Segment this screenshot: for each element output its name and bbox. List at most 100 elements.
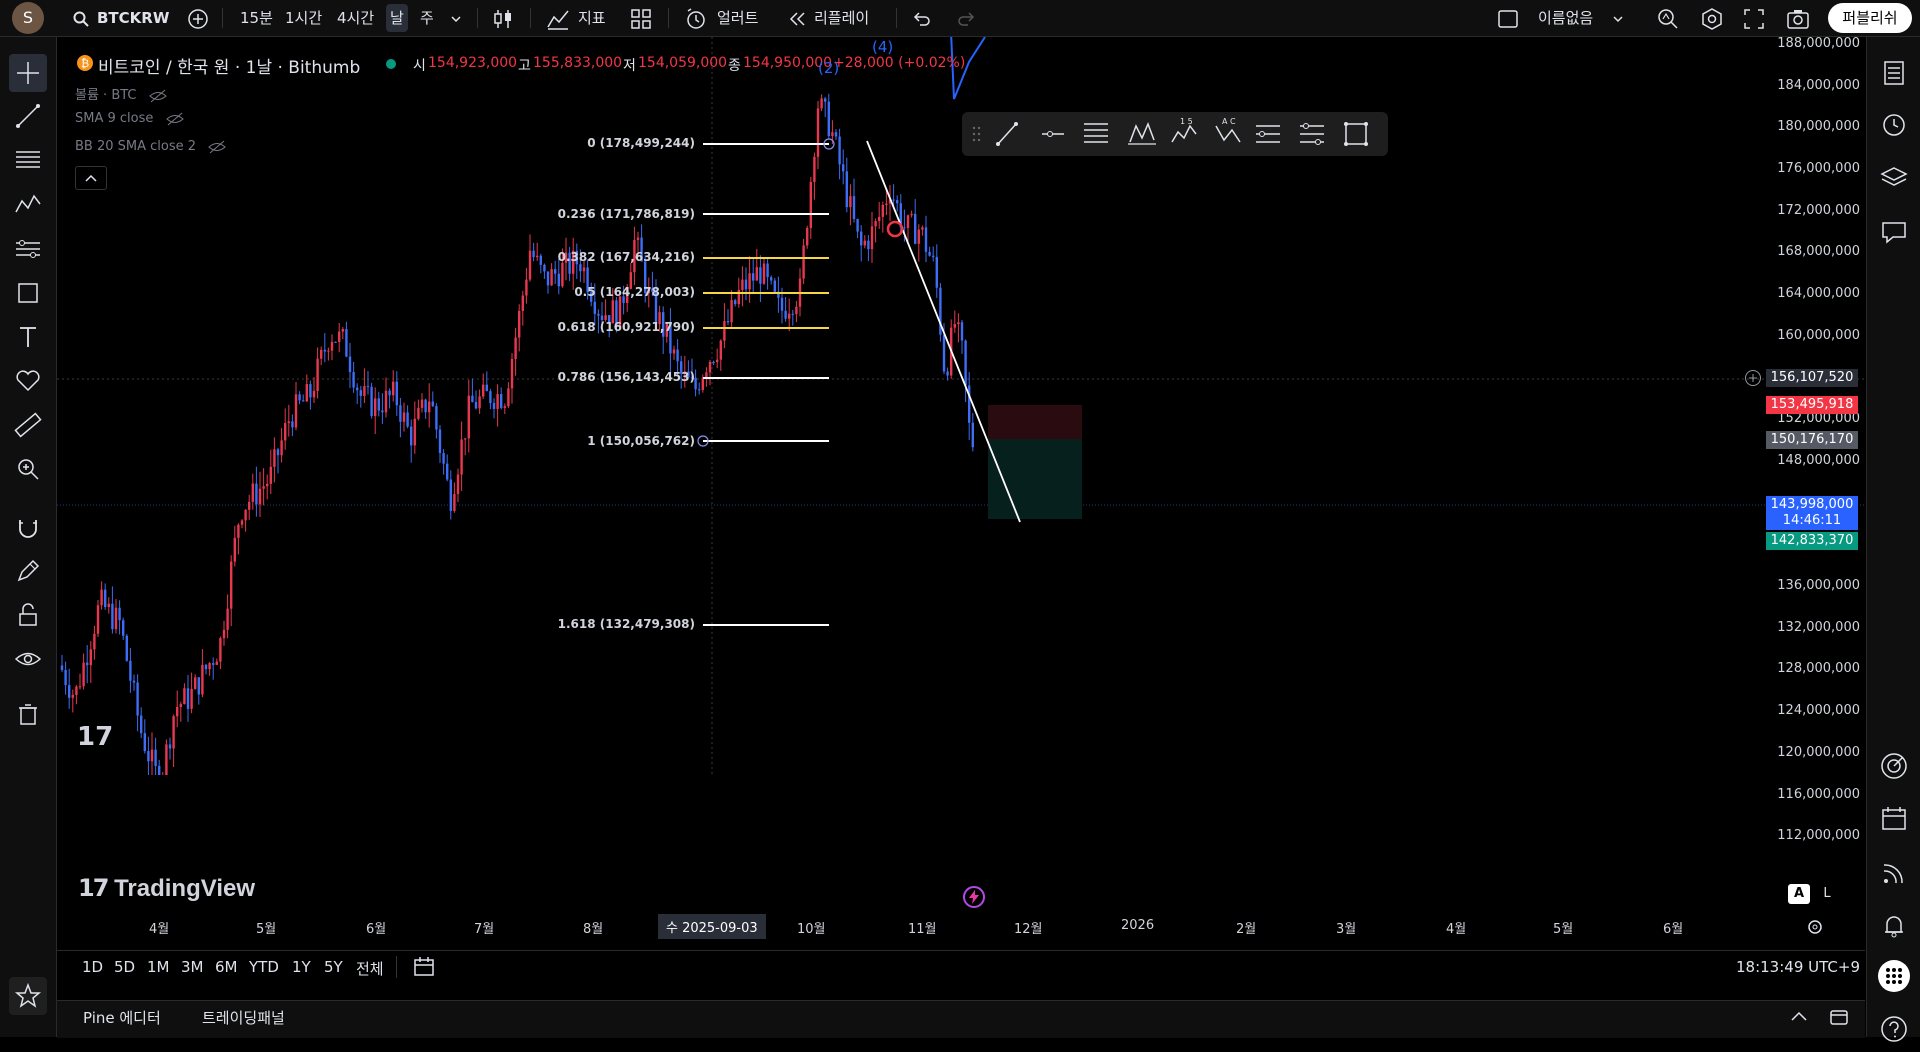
text-icon[interactable] (9, 318, 47, 356)
price-chart-canvas[interactable]: 𝟭𝟳 (57, 37, 1865, 775)
interval-dropdown-icon[interactable] (450, 0, 462, 36)
shapes-icon[interactable] (9, 274, 47, 312)
layout-dropdown-icon[interactable] (1612, 0, 1624, 36)
range-3m[interactable]: 3M (181, 958, 204, 976)
hide-drawings-eye-icon[interactable] (9, 640, 47, 678)
help-icon[interactable] (1875, 1010, 1913, 1048)
long-position-tool-icon (1256, 125, 1280, 143)
replay-button[interactable]: 리플레이 (814, 0, 869, 36)
ohlc-open-value: 154,923,000 (428, 55, 518, 71)
lock-icon[interactable] (9, 596, 47, 634)
user-avatar[interactable]: S (12, 2, 44, 34)
price-axis-label: 168,000,000 (1777, 244, 1860, 259)
range-5d[interactable]: 5D (114, 958, 135, 976)
compare-add-icon[interactable] (187, 0, 209, 36)
symbol-button[interactable]: BTCKRW (97, 0, 169, 36)
range-5y[interactable]: 5Y (324, 958, 343, 976)
candle-body (266, 483, 269, 487)
bitcoin-logo-icon: ₿ (76, 54, 96, 74)
stay-in-drawing-mode-icon[interactable] (9, 552, 47, 590)
range-1y[interactable]: 1Y (292, 958, 311, 976)
hotlists-radar-icon[interactable] (1875, 747, 1913, 785)
interval-1d[interactable]: 날 (386, 4, 408, 32)
candle-body (960, 322, 964, 341)
candles-chart-type-icon[interactable] (492, 0, 514, 36)
apps-grid-icon[interactable] (1875, 957, 1913, 995)
news-feed-icon[interactable] (1875, 853, 1913, 891)
candle-body (845, 171, 848, 208)
log-scale-button[interactable]: L (1816, 884, 1838, 904)
collapse-legend-chevron-icon[interactable] (75, 166, 107, 190)
fib-label-0236: 0.236 (171,786,819) (557, 207, 695, 221)
indicator-sma[interactable]: SMA 9 close (75, 111, 184, 126)
indicator-bb[interactable]: BB 20 SMA close 2 (75, 139, 226, 154)
take-profit-price-tag: 142,833,370 (1766, 532, 1858, 550)
candle-body (726, 321, 730, 323)
candle-body (554, 269, 557, 274)
zoom-in-icon[interactable] (9, 450, 47, 488)
interval-1h[interactable]: 1시간 (285, 0, 322, 36)
watchlist-icon[interactable] (1875, 54, 1913, 92)
maximize-panel-icon[interactable] (1828, 1006, 1850, 1028)
expand-panel-chevron-icon[interactable] (1788, 1006, 1810, 1028)
pattern-icon[interactable] (9, 185, 47, 223)
alert-clock-icon[interactable] (684, 0, 708, 36)
chat-icon[interactable] (1875, 213, 1913, 251)
hidden-eye-icon (148, 89, 167, 102)
interval-4h[interactable]: 4시간 (337, 0, 374, 36)
prediction-icon[interactable] (9, 230, 47, 268)
range-6m[interactable]: 6M (215, 958, 238, 976)
lightning-flash-icon[interactable] (962, 885, 986, 909)
favorite-heart-icon[interactable] (9, 362, 47, 400)
indicators-button[interactable]: 지표 (578, 0, 606, 36)
indicators-icon[interactable] (546, 0, 570, 36)
crosshair-icon[interactable] (9, 54, 47, 92)
fullscreen-icon[interactable] (1743, 0, 1765, 36)
price-axis-label: 112,000,000 (1777, 828, 1860, 843)
range-ytd[interactable]: YTD (249, 958, 279, 976)
symbol-legend-title[interactable]: 비트코인 / 한국 원 · 1날 · Bithumb (98, 53, 360, 78)
range-1m[interactable]: 1M (147, 958, 170, 976)
magnet-icon[interactable] (9, 508, 47, 546)
candle-body (78, 686, 82, 688)
price-axis-label: 132,000,000 (1777, 620, 1860, 635)
alert-button[interactable]: 얼러트 (717, 0, 758, 36)
templates-grid-icon[interactable] (630, 0, 652, 36)
trash-icon[interactable] (9, 696, 47, 734)
redo-icon[interactable] (956, 0, 976, 36)
replay-icon[interactable] (788, 0, 808, 36)
layout-name[interactable]: 이름없음 (1538, 0, 1593, 36)
symbol-search-icon[interactable] (72, 0, 90, 36)
snapshot-camera-icon[interactable] (1786, 0, 1810, 36)
object-tree-layers-icon[interactable] (1875, 158, 1913, 196)
fib-retracement-icon[interactable] (9, 141, 47, 179)
candle-body (870, 226, 874, 250)
ruler-icon[interactable] (9, 406, 47, 444)
candlestick-series (60, 93, 974, 775)
alerts-clock-icon[interactable] (1875, 105, 1913, 143)
notifications-bell-icon[interactable] (1875, 906, 1913, 944)
interval-15m[interactable]: 15분 (240, 0, 273, 36)
indicator-volume[interactable]: 볼륨 · BTC (75, 84, 167, 103)
add-price-alert-plus-icon[interactable] (1744, 369, 1762, 387)
range-1d[interactable]: 1D (82, 958, 103, 976)
trendline-icon[interactable] (9, 97, 47, 135)
interval-1w[interactable]: 주 (420, 0, 434, 36)
clock-timezone[interactable]: 18:13:49 UTC+9 (1736, 958, 1860, 976)
layout-checkbox-icon[interactable] (1497, 0, 1519, 36)
candle-body (392, 381, 395, 396)
watchlist-star-icon[interactable] (9, 977, 47, 1015)
range-all[interactable]: 전체 (356, 958, 384, 979)
tab-trading-panel[interactable]: 트레이딩패널 (202, 1007, 285, 1028)
undo-icon[interactable] (912, 0, 932, 36)
axis-settings-gear-icon[interactable] (1806, 918, 1824, 936)
tab-pine-editor[interactable]: Pine 에디터 (83, 1007, 161, 1028)
candle-body (294, 394, 298, 428)
quick-search-icon[interactable] (1656, 0, 1680, 36)
calendar-icon[interactable] (1875, 800, 1913, 838)
goto-date-calendar-icon[interactable] (412, 955, 436, 979)
publish-button[interactable]: 퍼블리쉬 (1828, 3, 1912, 33)
settings-gear-icon[interactable] (1700, 0, 1724, 36)
auto-scale-button[interactable]: A (1788, 884, 1810, 904)
candle-body (341, 329, 344, 332)
